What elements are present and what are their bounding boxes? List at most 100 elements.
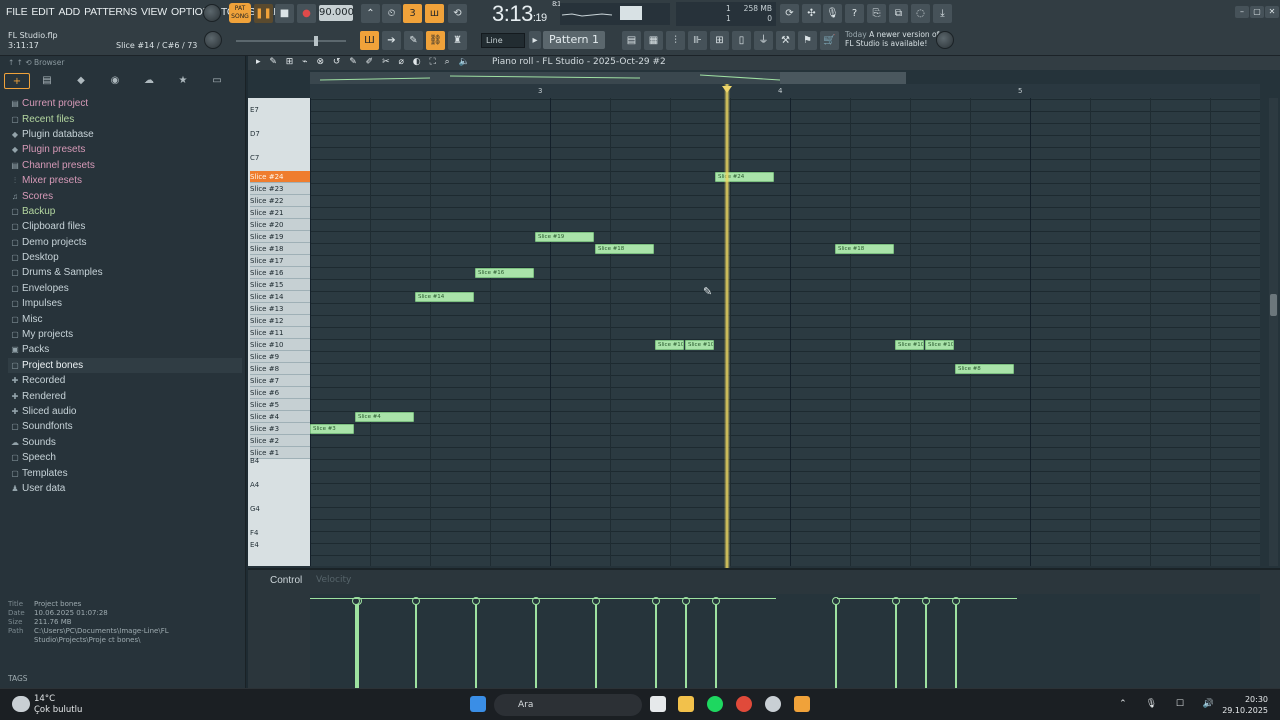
pat-song-toggle[interactable]: PAT SONG <box>229 3 251 23</box>
undo-history-icon[interactable]: ⟳ <box>780 4 799 23</box>
slice-key[interactable]: Slice #13 <box>250 303 310 315</box>
clock[interactable]: 20:30 29.10.2025 <box>1222 694 1268 716</box>
chat-icon[interactable]: ◌ <box>911 4 930 23</box>
arrow-right-icon[interactable]: ➔ <box>382 31 401 50</box>
stamp-icon[interactable]: ♜ <box>448 31 467 50</box>
slice-key[interactable]: Slice #24 <box>250 171 310 183</box>
browser-item[interactable]: ▢ Drums & Samples <box>8 265 242 280</box>
browser-item[interactable]: ✚ Rendered <box>8 388 242 403</box>
velocity-bar[interactable] <box>532 597 540 690</box>
note[interactable]: Slice #18 <box>595 244 654 254</box>
note[interactable]: Slice #16 <box>475 268 534 278</box>
browser-item[interactable]: ◆ Plugin presets <box>8 142 242 157</box>
piano-keys[interactable]: E7 D7 C7 Slice #24 Slice #23 Slice #22 Slice #… <box>248 98 310 566</box>
note[interactable]: Slice #10 <box>655 340 684 350</box>
step-seq-icon[interactable]: ⊞ <box>710 31 729 50</box>
master-volume-slider[interactable] <box>236 36 346 46</box>
browser-item[interactable]: ▢ Demo projects <box>8 235 242 250</box>
velocity-bar[interactable] <box>682 597 690 690</box>
note[interactable]: Slice #14 <box>415 292 474 302</box>
faders-icon[interactable]: ⊪ <box>688 31 707 50</box>
menu-edit[interactable]: EDIT <box>29 6 56 18</box>
menu-patterns[interactable]: PATTERNS <box>82 6 139 18</box>
velocity-bar[interactable] <box>592 597 600 690</box>
browser-item[interactable]: ▢ Misc <box>8 311 242 326</box>
taskbar-search[interactable]: Ara <box>494 694 642 716</box>
control-target[interactable]: Velocity <box>316 575 351 585</box>
maximize-icon[interactable]: ▢ <box>1250 6 1264 18</box>
slice-key[interactable]: Slice #15 <box>250 279 310 291</box>
velocity-bar[interactable] <box>922 597 930 690</box>
browser-item[interactable]: ◆ Plugin database <box>8 127 242 142</box>
microphone-icon[interactable]: 🎙 <box>823 4 842 23</box>
minimize-icon[interactable]: – <box>1235 6 1249 18</box>
browser-item[interactable]: ♫ Scores <box>8 188 242 203</box>
slice-key[interactable]: Slice #22 <box>250 195 310 207</box>
browser-item[interactable]: ▢ Soundfonts <box>8 419 242 434</box>
velocity-bar[interactable] <box>952 597 960 690</box>
spotify-icon[interactable] <box>707 696 723 712</box>
note[interactable]: Slice #4 <box>355 412 414 422</box>
slice-key[interactable]: Slice #8 <box>250 363 310 375</box>
pattern-overview[interactable] <box>310 72 906 84</box>
browser-item[interactable]: ▢ Backup <box>8 204 242 219</box>
mixer-view-icon[interactable]: ⫶ <box>666 31 685 50</box>
browser-item[interactable]: ▢ Desktop <box>8 250 242 265</box>
browser-sounds-tab[interactable]: ◉ <box>98 73 132 89</box>
play-button[interactable]: ❚❚ <box>254 4 273 23</box>
metronome-icon[interactable]: ⌃ <box>361 4 380 23</box>
menu-view[interactable]: VIEW <box>139 6 169 18</box>
velocity-bar[interactable] <box>412 597 420 690</box>
fl-studio-icon[interactable] <box>794 696 810 712</box>
velocity-area[interactable] <box>310 594 1260 690</box>
slice-key[interactable]: Slice #23 <box>250 183 310 195</box>
browser-files-tab[interactable]: ▤ <box>30 73 64 89</box>
browser-cloud-tab[interactable]: ☁ <box>132 73 166 89</box>
link-icon[interactable]: ⛓ <box>426 31 445 50</box>
browser-item[interactable]: ▢ My projects <box>8 327 242 342</box>
plugin-icon[interactable]: ⧉ <box>889 4 908 23</box>
slice-key[interactable]: Slice #5 <box>250 399 310 411</box>
browser-favorites-tab[interactable]: ★ <box>166 73 200 89</box>
slice-key[interactable]: Slice #20 <box>250 219 310 231</box>
playlist-icon[interactable]: ▤ <box>622 31 641 50</box>
plug-icon[interactable]: ⏚ <box>754 31 773 50</box>
velocity-bar[interactable] <box>712 597 720 690</box>
pattern-prev-icon[interactable]: ▸ <box>529 31 541 49</box>
browser-item[interactable]: ♟ User data <box>8 481 242 496</box>
velocity-bar[interactable] <box>472 597 480 690</box>
slice-key[interactable]: Slice #16 <box>250 267 310 279</box>
pattern-select[interactable]: Pattern 1 <box>543 31 605 49</box>
menu-add[interactable]: ADD <box>57 6 83 18</box>
browser-item[interactable]: ▢ Clipboard files <box>8 219 242 234</box>
browser-plugins-tab[interactable]: ◆ <box>64 73 98 89</box>
slice-key[interactable]: Slice #11 <box>250 327 310 339</box>
wait-icon[interactable]: ⏲ <box>382 4 401 23</box>
velocity-bar[interactable] <box>832 597 840 690</box>
render-icon[interactable]: ⎘ <box>867 4 886 23</box>
tempo-display[interactable]: 90.000 <box>319 5 354 21</box>
control-label[interactable]: Control <box>270 575 302 586</box>
close-icon[interactable]: ✕ <box>1265 6 1279 18</box>
cart-icon[interactable]: 🛒 <box>820 31 839 50</box>
browser-all-tab[interactable]: + <box>4 73 30 89</box>
slice-key[interactable]: Slice #21 <box>250 207 310 219</box>
browser-item[interactable]: ✚ Recorded <box>8 373 242 388</box>
browser-item[interactable]: ▢ Project bones <box>8 357 242 374</box>
slice-key[interactable]: Slice #18 <box>250 243 310 255</box>
note[interactable]: Slice #18 <box>835 244 894 254</box>
stop-button[interactable]: ■ <box>275 4 294 23</box>
song-time-display[interactable]: 3:13:19 8:1 <box>492 1 561 27</box>
export-icon[interactable]: ⤓ <box>933 4 952 23</box>
note[interactable]: Slice #8 <box>955 364 1014 374</box>
master-pitch-knob[interactable] <box>203 4 221 22</box>
file-icon[interactable]: ▯ <box>732 31 751 50</box>
slice-key[interactable]: Slice #3 <box>250 423 310 435</box>
browser-item[interactable]: ☁ Sounds <box>8 435 242 450</box>
slice-key[interactable]: Slice #9 <box>250 351 310 363</box>
nav-icon[interactable]: ⚑ <box>798 31 817 50</box>
note[interactable]: Slice #10 <box>895 340 924 350</box>
browser-item[interactable]: ▣ Packs <box>8 342 242 357</box>
browser-item[interactable]: ⫶ Mixer presets <box>8 173 242 188</box>
browser-item[interactable]: ▤ Channel presets <box>8 158 242 173</box>
